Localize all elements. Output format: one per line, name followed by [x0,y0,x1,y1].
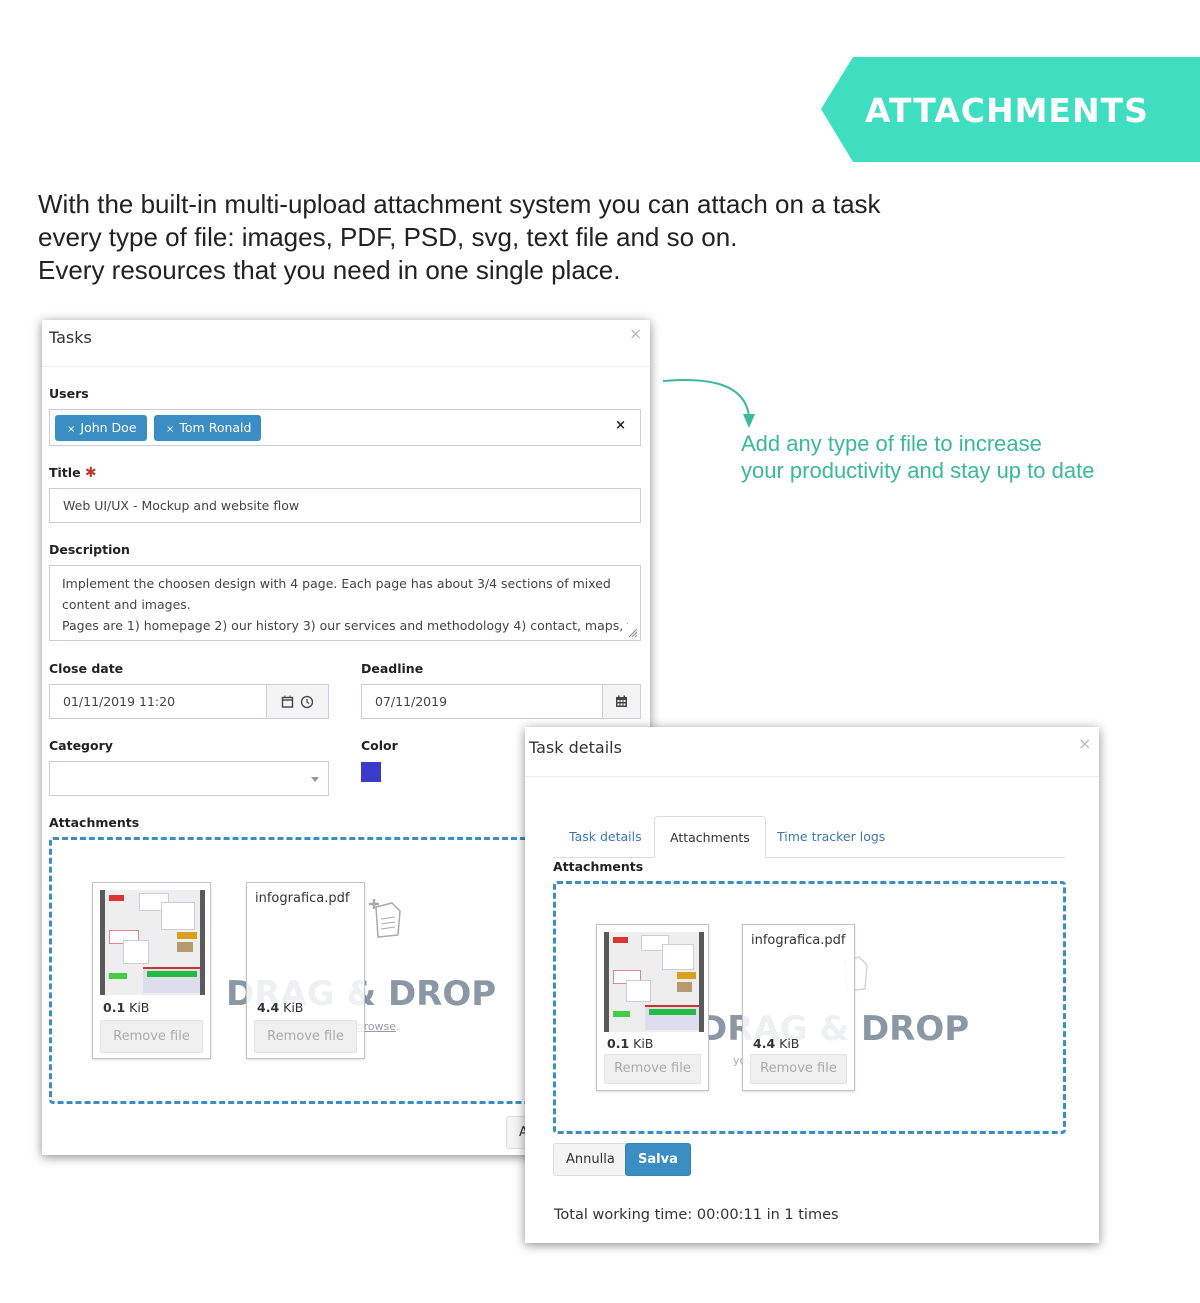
tab-task-details[interactable]: Task details [554,816,657,857]
image-thumbnail [604,932,704,1032]
users-multiselect[interactable]: × John Doe × Tom Ronald × [49,409,641,446]
file-preview: 0.1 KiB Remove file [596,924,709,1091]
remove-file-button[interactable]: Remove file [254,1020,357,1053]
close-date-label: Close date [49,661,124,676]
title-input[interactable]: Web UI/UX - Mockup and website flow [49,488,641,523]
color-swatch[interactable] [361,762,381,782]
tab-bar: Task details Attachments Time tracker lo… [553,816,1065,858]
remove-tag-icon[interactable]: × [67,424,75,435]
file-size-number: 0.1 [103,1000,126,1015]
deadline-label: Deadline [361,661,424,676]
resize-handle-icon[interactable] [628,628,638,638]
attachments-label: Attachments [553,859,644,874]
description-line: Implement the choosen design with 4 page… [62,576,611,591]
section-banner: ATTACHMENTS [821,57,1200,162]
file-name: infografica.pdf [751,933,846,948]
header-divider [525,776,1099,777]
dropdown-caret-icon [311,777,319,782]
datetime-picker-button[interactable] [266,685,328,718]
calendar-icon [281,695,294,708]
title-label: Title ✱ [49,465,97,481]
callout-line: Add any type of file to increase [741,431,1042,456]
file-preview: 0.1 KiB Remove file [92,882,211,1059]
tag-label: Tom Ronald [179,420,252,435]
callout-line: your productivity and stay up to date [741,458,1095,483]
date-picker-button[interactable] [602,685,640,718]
required-icon: ✱ [84,465,97,481]
user-tag: × Tom Ronald [154,415,262,441]
user-tag: × John Doe [55,415,147,441]
tag-label: John Doe [80,420,137,435]
intro-line: With the built-in multi-upload attachmen… [38,189,881,219]
callout-text: Add any type of file to increase your pr… [741,430,1094,484]
description-label: Description [49,542,130,557]
modal-title: Task details [529,738,622,757]
file-preview: infografica.pdf 4.4 KiB Remove file [742,924,855,1091]
description-textarea[interactable]: Implement the choosen design with 4 page… [49,565,641,641]
tab-attachments[interactable]: Attachments [654,816,766,858]
file-size: 0.1 KiB [607,1036,653,1051]
banner-title: ATTACHMENTS [865,91,1149,130]
intro-line: every type of file: images, PDF, PSD, sv… [38,222,738,252]
users-label: Users [49,386,89,401]
tab-time-tracker-logs[interactable]: Time tracker logs [762,816,900,857]
file-size-unit: KiB [129,1000,150,1015]
calendar-icon [616,695,627,707]
attachments-dropzone[interactable]: DRAG & DROP your files, or browse. 0.1 K… [553,881,1066,1134]
remove-file-button[interactable]: Remove file [604,1054,701,1084]
color-label: Color [361,738,398,753]
file-size: 4.4 KiB [753,1036,799,1051]
deadline-input[interactable]: 07/11/2019 [361,684,641,719]
file-name: infografica.pdf [255,891,350,906]
attachments-label: Attachments [49,815,140,830]
remove-file-button[interactable]: Remove file [100,1020,203,1053]
title-value: Web UI/UX - Mockup and website flow [63,498,300,513]
modal-title: Tasks [49,328,92,347]
total-working-time: Total working time: 00:00:11 in 1 times [554,1207,839,1223]
clear-selection-icon[interactable]: × [615,418,626,433]
clock-icon [300,695,314,708]
close-icon[interactable]: × [1078,734,1091,753]
intro-text: With the built-in multi-upload attachmen… [38,188,881,287]
description-line: Pages are 1) homepage 2) our history 3) … [62,618,628,633]
file-size-unit: KiB [633,1036,654,1051]
description-line: content and images. [62,597,191,612]
file-size-number: 4.4 [753,1036,776,1051]
file-size: 4.4 KiB [257,1000,303,1015]
curved-arrow-icon [662,378,755,428]
close-date-input[interactable]: 01/11/2019 11:20 [49,684,329,719]
remove-tag-icon[interactable]: × [166,424,174,435]
category-label: Category [49,738,113,753]
category-select[interactable] [49,761,329,796]
cancel-button[interactable]: Annulla [553,1143,628,1176]
close-date-value: 01/11/2019 11:20 [63,694,176,709]
file-size: 0.1 KiB [103,1000,149,1015]
task-details-modal: Task details × Task details Attachments … [525,727,1099,1243]
file-size-unit: KiB [283,1000,304,1015]
deadline-value: 07/11/2019 [375,694,448,709]
remove-file-button[interactable]: Remove file [750,1054,847,1084]
image-thumbnail [100,890,205,995]
file-preview: infografica.pdf 4.4 KiB Remove file [246,882,365,1059]
file-size-number: 0.1 [607,1036,630,1051]
file-size-unit: KiB [779,1036,800,1051]
add-file-icon [369,899,401,938]
close-icon[interactable]: × [629,324,642,343]
save-button[interactable]: Salva [625,1143,691,1176]
intro-line: Every resources that you need in one sin… [38,255,621,285]
title-label-text: Title [49,465,81,480]
header-divider [42,366,650,367]
file-size-number: 4.4 [257,1000,280,1015]
